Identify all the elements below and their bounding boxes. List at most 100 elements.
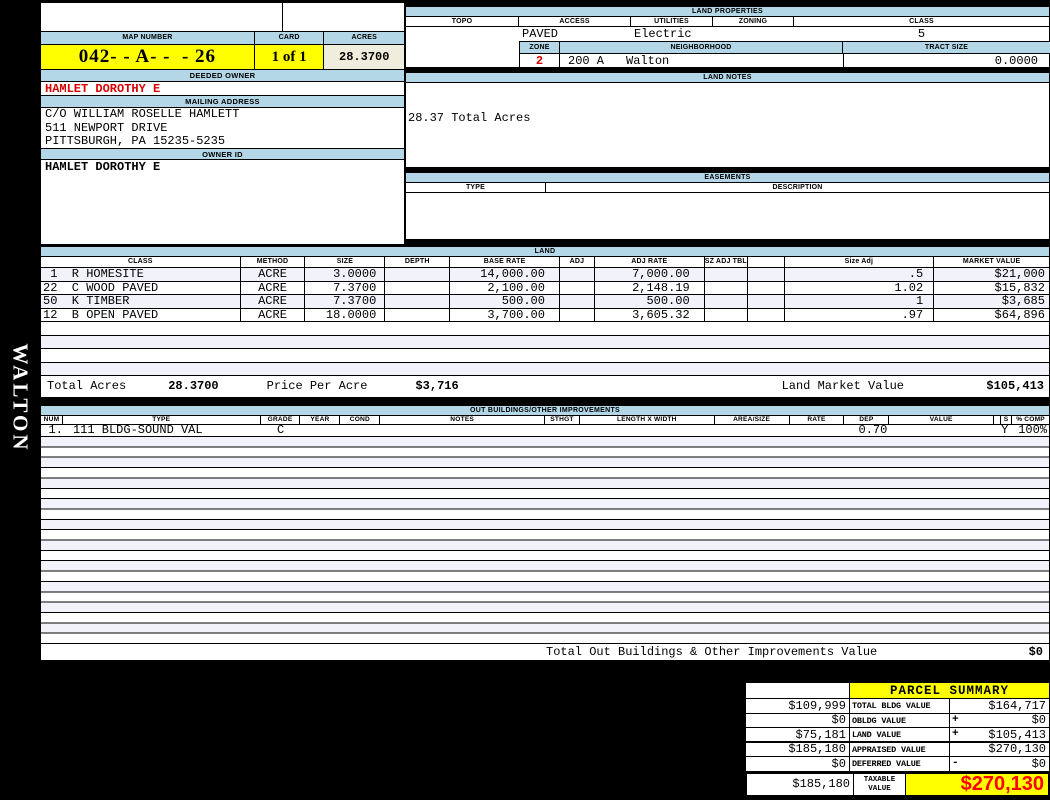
zone-value: 2 bbox=[520, 54, 560, 69]
land-row: 12 B OPEN PAVED ACRE 18.0000 3,700.00 3,… bbox=[41, 308, 1049, 322]
property-record-card: WALTON Charlotte County Virginia Commiss… bbox=[0, 0, 1050, 800]
col-cond: COND bbox=[340, 416, 381, 424]
land-totals-row: Total Acres 28.3700 Price Per Acre $3,71… bbox=[41, 376, 1049, 398]
col-area-size: AREA/SIZE bbox=[715, 416, 790, 424]
land-market-value: $105,413 bbox=[986, 379, 1044, 393]
empty-outbuilding-rows bbox=[41, 436, 1049, 643]
col-adj: ADJ bbox=[560, 257, 595, 267]
mailing-address: C/O WILLIAM ROSELLE HAMLETT 511 NEWPORT … bbox=[41, 107, 404, 149]
neighborhood-name: Walton bbox=[626, 54, 670, 68]
tract-size-value: 0.0000 bbox=[843, 54, 1050, 69]
district-vertical-label: WALTON bbox=[8, 343, 33, 453]
col-adj-rate: ADJ RATE bbox=[595, 257, 705, 267]
acres-label: ACRES bbox=[351, 34, 377, 41]
col-rate: RATE bbox=[790, 416, 845, 424]
outbuildings-total-value: $0 bbox=[1028, 645, 1043, 659]
land-panel: LAND CLASS METHOD SIZE DEPTH BASE RATE A… bbox=[40, 246, 1050, 398]
empty-row bbox=[41, 322, 1049, 336]
address-line: C/O WILLIAM ROSELLE HAMLETT bbox=[45, 107, 240, 121]
col-sthgt: STHGT bbox=[545, 416, 580, 424]
col-access: ACCESS bbox=[519, 17, 631, 26]
taxable-value: $270,130 bbox=[906, 774, 1048, 795]
empty-row bbox=[41, 349, 1049, 363]
outbuildings-panel: OUT BUILDINGS/OTHER IMPROVEMENTS NUM TYP… bbox=[40, 405, 1050, 661]
outbuildings-total-row: Total Out Buildings & Other Improvements… bbox=[41, 643, 1049, 661]
zone-label: ZONE bbox=[520, 42, 560, 53]
deeded-owner-label: DEEDED OWNER bbox=[41, 70, 404, 82]
price-per-acre-label: Price Per Acre bbox=[266, 379, 368, 393]
access-value: PAVED bbox=[522, 27, 559, 41]
outbuildings-title: OUT BUILDINGS/OTHER IMPROVEMENTS bbox=[41, 406, 1049, 416]
owner-id-label: OWNER ID bbox=[41, 149, 404, 160]
land-row: 50 K TIMBER ACRE 7.3700 500.00 500.00 1 … bbox=[41, 295, 1049, 309]
owner-panel: Charlotte County Virginia Commissioner o… bbox=[40, 2, 405, 245]
col-notes: NOTES bbox=[380, 416, 545, 424]
col-value: VALUE bbox=[889, 416, 995, 424]
utilities-value: Electric bbox=[634, 27, 692, 41]
land-notes-text: 28.37 Total Acres bbox=[408, 111, 531, 125]
record-box: RECORD 6198 bbox=[283, 3, 404, 31]
col-spacer bbox=[748, 257, 785, 267]
col-class: CLASS bbox=[41, 257, 241, 267]
land-title: LAND bbox=[41, 247, 1049, 257]
summary-row: $185,180 APPRAISED VALUE $270,130 bbox=[745, 743, 1050, 757]
acres-value: 28.3700 bbox=[324, 45, 405, 69]
col-size-adj: Size Adj bbox=[785, 257, 935, 267]
col-market-value: MARKET VALUE bbox=[962, 258, 1021, 265]
col-easement-description: DESCRIPTION bbox=[772, 184, 823, 191]
col-year: YEAR bbox=[300, 416, 341, 424]
address-line: PITTSBURGH, PA 15235-5235 bbox=[45, 134, 226, 148]
map-number-label: MAP NUMBER bbox=[41, 32, 255, 44]
map-number-value: 042- - A- - - 26 bbox=[41, 45, 255, 69]
outbuilding-row: 1. 111 BLDG-SOUND VAL C 0.70 Y 100% bbox=[48, 423, 1048, 437]
col-method: METHOD bbox=[241, 257, 306, 267]
summary-row: $0 DEFERRED VALUE - $0 bbox=[745, 757, 1050, 772]
land-notes-title: LAND NOTES bbox=[406, 73, 1049, 83]
summary-row: $75,181 LAND VALUE + $105,413 bbox=[745, 728, 1050, 743]
land-row: 22 C WOOD PAVED ACRE 7.3700 2,100.00 2,1… bbox=[41, 281, 1049, 295]
col-utilities: UTILITIES bbox=[631, 17, 713, 26]
price-per-acre-value: $3,716 bbox=[415, 379, 459, 393]
col-depth: DEPTH bbox=[385, 257, 451, 267]
col-zoning: ZONING bbox=[713, 17, 794, 26]
tract-size-label: TRACT SIZE bbox=[924, 44, 969, 51]
neighborhood-code: 200 A bbox=[568, 54, 605, 68]
empty-row bbox=[41, 335, 1049, 349]
land-notes-panel: LAND NOTES 28.37 Total Acres bbox=[405, 72, 1050, 168]
county-header: Charlotte County Virginia Commissioner o… bbox=[41, 3, 283, 31]
parcel-summary-title: PARCEL SUMMARY bbox=[850, 683, 1049, 698]
neighborhood-value: 200 A Walton bbox=[560, 54, 843, 69]
land-row: 1 R HOMESITE ACRE 3.0000 14,000.00 7,000… bbox=[41, 268, 1049, 282]
land-properties-title: LAND PROPERTIES bbox=[406, 7, 1049, 17]
land-properties-panel: LAND PROPERTIES TOPO ACCESS UTILITIES ZO… bbox=[405, 6, 1050, 69]
empty-row bbox=[41, 362, 1049, 376]
address-line: 511 NEWPORT DRIVE bbox=[45, 120, 168, 135]
deeded-owner-value: HAMLET DOROTHY E bbox=[41, 82, 404, 96]
summary-blank-cell bbox=[746, 683, 850, 698]
parcel-summary-panel: PARCEL SUMMARY $109,999 TOTAL BLDG VALUE… bbox=[745, 682, 1050, 797]
col-topo: TOPO bbox=[406, 17, 519, 26]
col-easement-type: TYPE bbox=[406, 183, 546, 192]
col-sz-adj-tbl: SZ ADJ TBL bbox=[704, 257, 748, 267]
easements-title: EASEMENTS bbox=[406, 173, 1049, 183]
class-value: 5 bbox=[917, 27, 926, 41]
col-length-width: LENGTH X WIDTH bbox=[580, 416, 715, 424]
outbuildings-total-label: Total Out Buildings & Other Improvements… bbox=[546, 645, 878, 659]
col-size: SIZE bbox=[305, 257, 386, 267]
zone-subtable: ZONE NEIGHBORHOOD TRACT SIZE 2 200 A Walt… bbox=[519, 41, 1050, 69]
summary-row: $109,999 TOTAL BLDG VALUE $164,717 bbox=[745, 699, 1050, 714]
col-class: CLASS bbox=[909, 18, 934, 25]
card-value: 1 of 1 bbox=[254, 45, 325, 69]
col-spacer bbox=[994, 416, 1002, 424]
neighborhood-label: NEIGHBORHOOD bbox=[560, 42, 843, 53]
taxable-row: $185,180 TAXABLE VALUE $270,130 bbox=[745, 772, 1050, 797]
total-acres-value: 28.3700 bbox=[168, 379, 219, 393]
summary-row: $0 OBLDG VALUE + $0 bbox=[745, 714, 1050, 728]
land-market-value-label: Land Market Value bbox=[781, 379, 904, 393]
owner-id-value: HAMLET DOROTHY E bbox=[45, 160, 161, 174]
card-label: CARD bbox=[255, 32, 325, 44]
total-acres-label: Total Acres bbox=[47, 379, 127, 393]
easements-panel: EASEMENTS TYPE DESCRIPTION bbox=[405, 172, 1050, 240]
col-base-rate: BASE RATE bbox=[450, 257, 560, 267]
taxable-label: TAXABLE VALUE bbox=[854, 774, 906, 795]
